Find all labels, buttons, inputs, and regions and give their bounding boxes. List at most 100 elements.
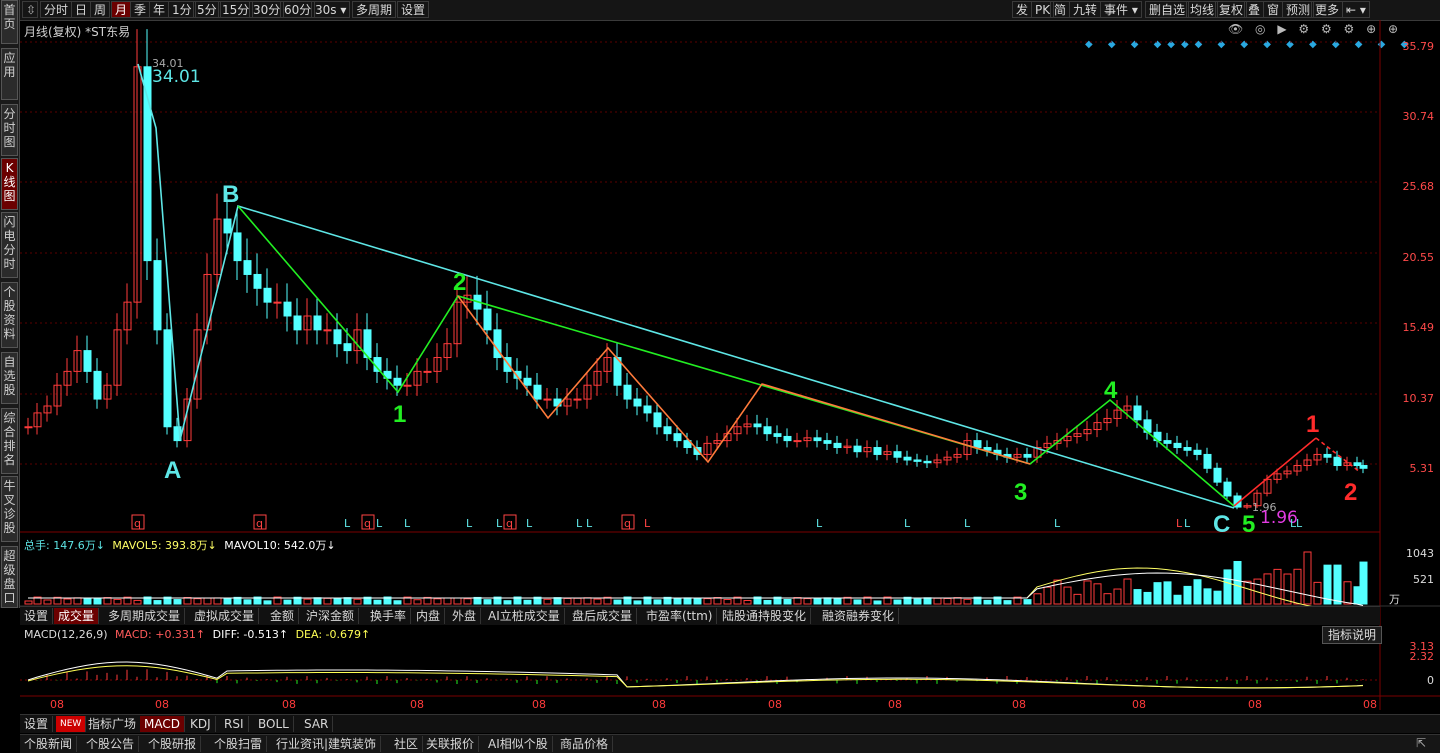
event-mark-9: L <box>526 517 533 530</box>
bottombar-tab-6[interactable]: 关联报价 <box>422 736 480 752</box>
tabs1-tab-9[interactable]: AI立桩成交量 <box>484 608 565 624</box>
bottombar-tab-7[interactable]: AI相似个股 <box>484 736 553 752</box>
event-mark-7: L <box>496 517 503 530</box>
bottombar-tab-4[interactable]: 行业资讯|建筑装饰 <box>272 736 382 752</box>
tabs1-tab-12[interactable]: 陆股通持股变化 <box>718 608 812 624</box>
max-price-big: 34.01 <box>152 67 201 87</box>
vol-bar-63 <box>653 599 662 605</box>
tabs2-tab-0[interactable]: 设置 <box>20 716 54 732</box>
vol-bar-120 <box>1223 569 1232 605</box>
nav-item-0[interactable]: 首页 <box>1 0 18 44</box>
vol-bar-119 <box>1213 590 1222 605</box>
tabs1-tab-0[interactable]: 设置 <box>20 608 54 624</box>
toolbar-right-5[interactable]: 删自选 <box>1145 1 1190 18</box>
toolbar-right-6[interactable]: 均线 <box>1186 1 1219 18</box>
tabs1-tab-11[interactable]: 市盈率(ttm) <box>642 608 718 624</box>
tabs2-tab-4[interactable]: KDJ <box>186 716 216 732</box>
period-10[interactable]: 60分 <box>280 1 316 18</box>
vol-bar-55 <box>573 597 582 605</box>
toolbar-right-0[interactable]: 发 <box>1012 1 1033 18</box>
period-12[interactable]: 多周期 <box>352 1 397 18</box>
tabs2-tab-6[interactable]: BOLL <box>254 716 294 732</box>
candle-body-25 <box>273 301 282 304</box>
toolbar-right-12[interactable]: ⇤ ▾ <box>1342 1 1370 18</box>
nav-item-1[interactable]: 应用 <box>1 48 18 100</box>
indicator-help-button[interactable]: 指标说明 <box>1322 626 1383 644</box>
tabs2-tab-1[interactable]: NEW <box>56 716 87 732</box>
vol-tick-unit: 万 <box>1389 593 1400 606</box>
period-8[interactable]: 15分 <box>218 1 254 18</box>
event-mark-16: L <box>964 517 971 530</box>
toolbar-right-2[interactable]: 简 <box>1050 1 1071 18</box>
event-mark-5: L <box>404 517 411 530</box>
tabs1-tab-3[interactable]: 虚拟成交量 <box>190 608 260 624</box>
period-7[interactable]: 5分 <box>193 1 221 18</box>
time-tick-9: 08 <box>1132 698 1146 711</box>
nav-item-7[interactable]: 综合排名 <box>1 408 18 474</box>
toolbar-right-9[interactable]: 窗 <box>1263 1 1284 18</box>
bottombar-tab-5[interactable]: 社区 <box>390 736 424 752</box>
nav-item-9[interactable]: 超级盘口 <box>1 546 18 608</box>
tabs1-tab-13[interactable]: 融资融券变化 <box>818 608 900 624</box>
pin-icon[interactable]: ⇳ <box>22 1 38 18</box>
tabs2-tab-3[interactable]: MACD <box>140 716 185 732</box>
candle-body-95 <box>973 440 982 449</box>
time-tick-11: 08 <box>1363 698 1377 711</box>
expand-icon[interactable]: ⇱ <box>1416 736 1426 750</box>
vol-ma5: MAVOL5: 393.8万↓ <box>112 539 217 552</box>
vol-bar-46 <box>483 599 492 605</box>
period-2[interactable]: 周 <box>90 1 111 18</box>
tabs2-tab-7[interactable]: SAR <box>300 716 334 732</box>
toolbar-right-10[interactable]: 预测 <box>1282 1 1315 18</box>
tabs1-tab-2[interactable]: 多周期成交量 <box>104 608 186 624</box>
toolbar-right-11[interactable]: 更多 <box>1311 1 1344 18</box>
macd-title: MACD(12,26,9) <box>24 628 108 641</box>
period-11[interactable]: 30s ▾ <box>311 1 351 18</box>
wave-label-C: C <box>1213 511 1230 538</box>
nav-item-6[interactable]: 自选股 <box>1 352 18 404</box>
toolbar-right-3[interactable]: 九转 <box>1069 1 1102 18</box>
nav-item-5[interactable]: 个股资料 <box>1 282 18 348</box>
nav-item-3[interactable]: K线图 <box>1 158 18 210</box>
bottombar-tab-2[interactable]: 个股研报 <box>144 736 202 752</box>
period-6[interactable]: 1分 <box>168 1 196 18</box>
tabs1-tab-1[interactable]: 成交量 <box>54 608 100 624</box>
bottombar-tab-8[interactable]: 商品价格 <box>556 736 614 752</box>
vol-bar-124 <box>1263 573 1272 605</box>
tabs1-tab-7[interactable]: 内盘 <box>412 608 446 624</box>
candle-body-20 <box>223 218 232 234</box>
period-3[interactable]: 月 <box>111 1 132 18</box>
bottombar-tab-1[interactable]: 个股公告 <box>82 736 140 752</box>
toolbar-right-4[interactable]: 事件 ▾ <box>1100 1 1142 18</box>
period-9[interactable]: 30分 <box>249 1 285 18</box>
tabs2-tab-5[interactable]: RSI <box>220 716 249 732</box>
bottombar-tab-3[interactable]: 个股扫雷 <box>210 736 268 752</box>
toolbar-right-8[interactable]: 叠 <box>1244 1 1265 18</box>
tabs1-tab-5[interactable]: 沪深金额 <box>302 608 360 624</box>
tabs2-tab-2[interactable]: 指标广场 <box>84 716 142 732</box>
nav-item-2[interactable]: 分时图 <box>1 104 18 156</box>
period-5[interactable]: 年 <box>149 1 170 18</box>
candle-body-21 <box>233 232 242 262</box>
period-1[interactable]: 日 <box>71 1 92 18</box>
event-mark-2: L <box>344 517 351 530</box>
tabs1-tab-6[interactable]: 换手率 <box>366 608 412 624</box>
nav-item-8[interactable]: 牛叉诊股 <box>1 476 18 542</box>
candle-body-73 <box>753 423 762 428</box>
period-13[interactable]: 设置 <box>397 1 430 18</box>
tabs1-tab-10[interactable]: 盘后成交量 <box>568 608 638 624</box>
candle-body-32 <box>343 343 352 352</box>
tabs1-tab-4[interactable]: 金额 <box>266 608 300 624</box>
tabs1-tab-8[interactable]: 外盘 <box>448 608 482 624</box>
bottombar-tab-0[interactable]: 个股新闻 <box>20 736 78 752</box>
price-tick-0: 35.79 <box>1402 40 1435 53</box>
vol-bar-18 <box>203 597 212 605</box>
vol-bar-59 <box>613 599 622 605</box>
price-tick-6: 5.31 <box>1409 462 1435 475</box>
vol-bar-11 <box>133 599 142 605</box>
period-4[interactable]: 季 <box>130 1 151 18</box>
toolbar-right-7[interactable]: 复权 <box>1215 1 1248 18</box>
nav-item-4[interactable]: 闪电分时 <box>1 212 18 278</box>
period-0[interactable]: 分时 <box>40 1 73 18</box>
event-mark-19: L <box>1184 517 1191 530</box>
